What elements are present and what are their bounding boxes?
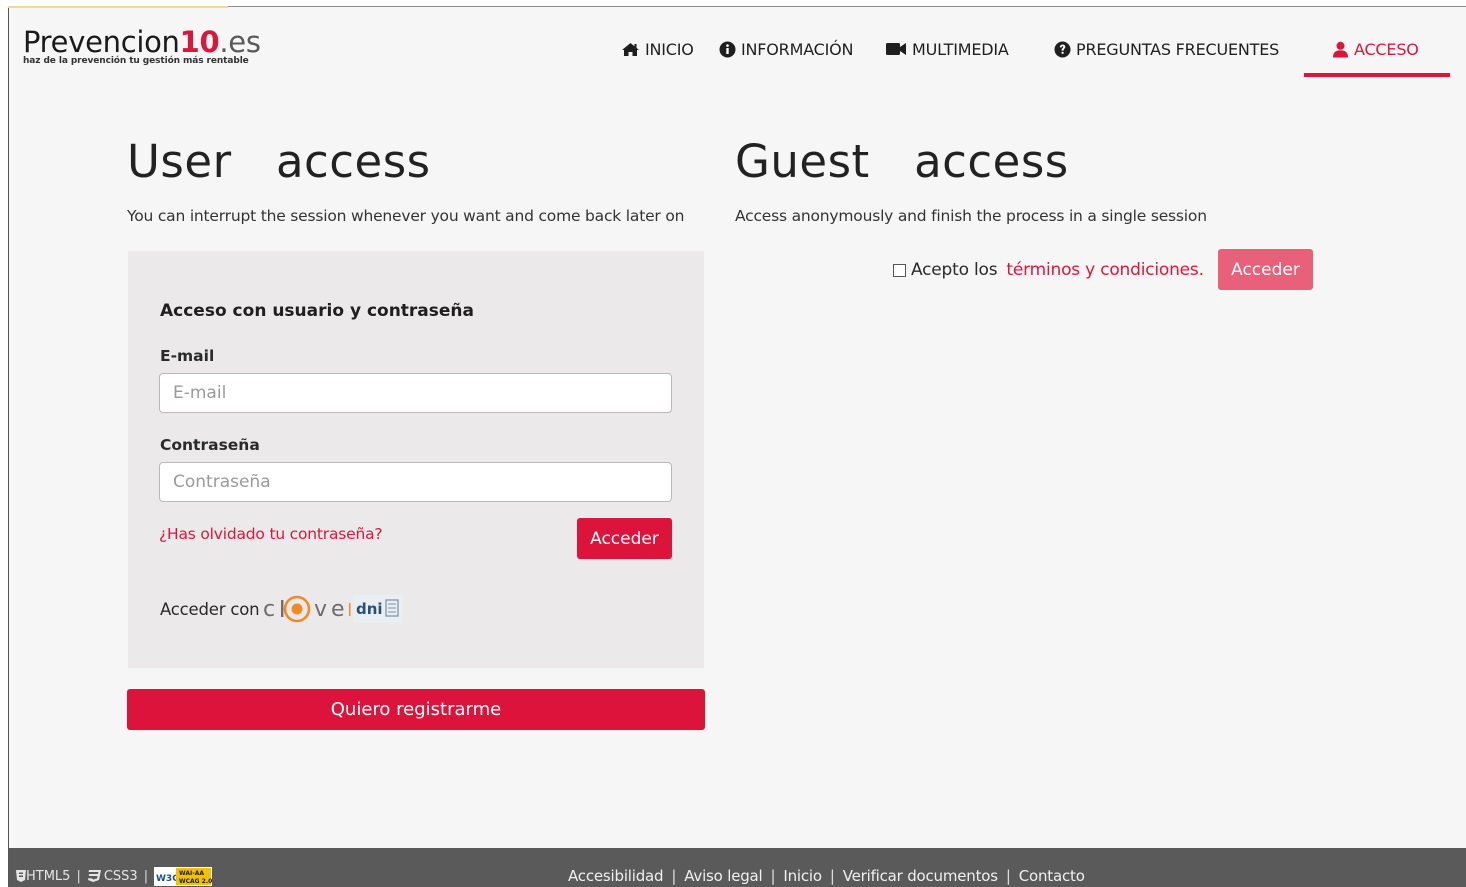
login-button[interactable]: Acceder [577, 518, 672, 559]
login-card-title: Acceso con usuario y contraseña [160, 301, 475, 321]
user-access-title: User access [127, 135, 431, 188]
nav-item-inicio[interactable]: INICIO [621, 36, 694, 62]
footer: HTML5 | CSS3 | W3C WAI-AA WCAG 2.0 Acces… [9, 848, 1466, 887]
footer-link-separator: | [770, 867, 776, 885]
footer-link-inicio[interactable]: Inicio [783, 867, 822, 885]
forgot-password-link[interactable]: ¿Has olvidado tu contraseña? [159, 525, 383, 543]
svg-text:W3C: W3C [156, 874, 179, 884]
home-icon [622, 42, 639, 56]
info-icon [719, 41, 736, 57]
html5-icon [16, 870, 26, 882]
guest-access-subtitle: Access anonymously and finish the proces… [735, 207, 1207, 225]
svg-text:WCAG 2.0: WCAG 2.0 [179, 878, 212, 885]
terms-checkbox[interactable] [893, 263, 906, 277]
user-icon [1333, 41, 1348, 57]
top-accent-line [8, 6, 228, 8]
nav-label-informacion: INFORMACIÓN [741, 39, 854, 59]
footer-badges: HTML5 | CSS3 | W3C WAI-AA WCAG 2.0 [16, 866, 213, 886]
html5-badge: HTML5 [16, 869, 70, 884]
email-label: E-mail [160, 347, 215, 365]
brand-name-prefix: Prevencion [23, 25, 180, 59]
footer-link-separator: | [671, 867, 677, 885]
login-card: Acceso con usuario y contraseña E-mail C… [128, 251, 704, 668]
clave-login-row[interactable]: Acceder con c v e dni [160, 591, 404, 627]
nav-item-preguntas[interactable]: PREGUNTAS FRECUENTES [1054, 36, 1279, 62]
nav-label-acceso: ACCESO [1354, 39, 1419, 59]
footer-badge-separator: | [143, 868, 149, 884]
footer-link-separator: | [1005, 867, 1011, 885]
nav-label-inicio: INICIO [645, 39, 694, 59]
question-icon [1054, 41, 1071, 57]
nav-label-multimedia: MULTIMEDIA [912, 39, 1009, 59]
nav-active-underline [1304, 73, 1450, 77]
nav-item-acceso[interactable]: ACCESO [1332, 36, 1419, 62]
css3-label: CSS3 [103, 868, 138, 884]
email-field[interactable] [159, 373, 672, 413]
footer-link-accesibilidad[interactable]: Accesibilidad [568, 867, 664, 885]
footer-link-verificar-documentos[interactable]: Verificar documentos [843, 867, 998, 885]
css3-icon [87, 870, 101, 882]
brand-title: Prevencion10.es [23, 26, 261, 58]
clave-label: Acceder con [160, 599, 260, 619]
html5-label: HTML5 [26, 868, 71, 884]
nav-label-preguntas: PREGUNTAS FRECUENTES [1076, 39, 1280, 59]
nav-item-multimedia[interactable]: MULTIMEDIA [886, 36, 1009, 62]
user-access-subtitle: You can interrupt the session whenever y… [127, 207, 685, 225]
terms-link[interactable]: términos y condiciones. [1006, 260, 1204, 280]
footer-link-separator: | [829, 867, 835, 885]
svg-text:e: e [331, 597, 345, 622]
dni-logo-icon[interactable]: dni [353, 592, 404, 626]
svg-text:WAI-AA: WAI-AA [179, 870, 204, 877]
brand-name-number: 10 [179, 25, 220, 59]
terms-acceptance-row: Acepto los términos y condiciones. [893, 250, 1204, 290]
guest-access-title: Guest access [735, 135, 1069, 188]
css3-badge: CSS3 [87, 869, 138, 884]
footer-links: Accesibilidad | Aviso legal | Inicio | V… [568, 866, 1085, 886]
footer-badge-separator: | [76, 868, 81, 884]
svg-text:dni: dni [356, 600, 383, 618]
guest-access-button[interactable]: Acceder [1218, 249, 1313, 290]
nav-item-informacion[interactable]: INFORMACIÓN [719, 36, 854, 62]
svg-text:c: c [263, 597, 275, 622]
svg-text:v: v [314, 597, 327, 622]
video-camera-icon [886, 43, 906, 55]
brand-logo[interactable]: Prevencion10.es haz de la prevención tu … [23, 26, 261, 66]
accept-text: Acepto los [911, 260, 998, 280]
brand-name-tld: .es [219, 25, 261, 59]
footer-link-aviso-legal[interactable]: Aviso legal [684, 867, 762, 885]
password-field[interactable] [159, 462, 672, 502]
w3c-wcag-badge-icon: W3C WAI-AA WCAG 2.0 [154, 866, 213, 886]
footer-link-contacto[interactable]: Contacto [1019, 867, 1085, 885]
password-label: Contraseña [160, 436, 260, 454]
brand-tagline: haz de la prevención tu gestión más rent… [23, 56, 249, 66]
register-button[interactable]: Quiero registrarme [127, 689, 705, 730]
